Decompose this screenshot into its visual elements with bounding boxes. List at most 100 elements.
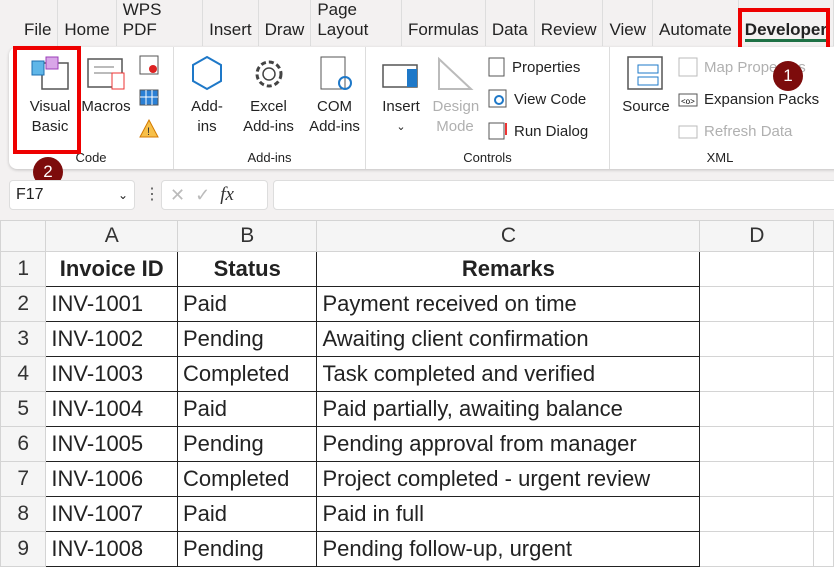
cell[interactable] — [699, 391, 815, 427]
column-header-d[interactable]: D — [699, 220, 815, 252]
tab-review[interactable]: Review — [535, 0, 604, 46]
cell[interactable]: Paid — [176, 391, 318, 427]
excel-addins-button[interactable]: Excel Add-ins — [236, 55, 301, 137]
cell[interactable]: INV-1005 — [45, 426, 178, 462]
cell[interactable] — [813, 531, 834, 567]
cell[interactable]: INV-1004 — [45, 391, 178, 427]
tab-file[interactable]: File — [18, 0, 59, 46]
cell[interactable] — [699, 356, 815, 392]
addins-button[interactable]: Add-ins — [182, 55, 232, 137]
tab-page-layout[interactable]: Page Layout — [311, 0, 402, 46]
design-mode-button[interactable]: Design Mode — [430, 55, 480, 137]
cell[interactable] — [813, 286, 834, 322]
cell[interactable]: Paid — [176, 496, 318, 532]
cell[interactable]: INV-1001 — [45, 286, 178, 322]
row-header[interactable]: 8 — [0, 496, 47, 532]
tab-draw[interactable]: Draw — [259, 0, 312, 46]
cell[interactable]: Paid — [176, 286, 318, 322]
relative-references-button[interactable] — [139, 87, 159, 107]
row-header[interactable]: 6 — [0, 426, 47, 462]
expansion-packs-button[interactable]: <o> Expansion Packs — [678, 89, 819, 109]
macro-security-button[interactable]: ! — [139, 119, 159, 139]
more-options-icon[interactable]: ⋮ — [144, 184, 160, 204]
cell[interactable]: Paid in full — [316, 496, 701, 532]
cell[interactable] — [813, 496, 834, 532]
refresh-data-label: Refresh Data — [704, 122, 793, 140]
cell[interactable] — [813, 461, 834, 497]
cell[interactable]: Project completed - urgent review — [316, 461, 701, 497]
tab-insert[interactable]: Insert — [203, 0, 259, 46]
row-header[interactable]: 4 — [0, 356, 47, 392]
insert-control-button[interactable]: Insert ⌄ — [374, 55, 428, 137]
cell[interactable] — [813, 321, 834, 357]
cell[interactable]: Status — [176, 251, 318, 287]
row-header[interactable]: 2 — [0, 286, 47, 322]
row-header[interactable]: 3 — [0, 321, 47, 357]
cell[interactable]: Paid partially, awaiting balance — [316, 391, 701, 427]
run-dialog-button[interactable]: Run Dialog — [488, 121, 588, 141]
cell[interactable] — [699, 286, 815, 322]
refresh-data-button[interactable]: Refresh Data — [678, 121, 792, 141]
tab-wps-pdf[interactable]: WPS PDF — [117, 0, 204, 46]
tab-formulas[interactable]: Formulas — [402, 0, 486, 46]
map-properties-icon — [678, 57, 698, 77]
cell[interactable] — [699, 461, 815, 497]
cell[interactable]: Completed — [176, 461, 318, 497]
run-dialog-label: Run Dialog — [514, 122, 589, 140]
table-row: 8 INV-1007 Paid Paid in full — [0, 496, 834, 532]
com-addins-button[interactable]: COM Add-ins — [302, 55, 367, 137]
row-header[interactable]: 7 — [0, 461, 47, 497]
cell[interactable] — [699, 426, 815, 462]
tab-view[interactable]: View — [603, 0, 654, 46]
cell[interactable]: INV-1008 — [45, 531, 178, 567]
cell[interactable] — [813, 426, 834, 462]
macros-button[interactable]: Macros — [81, 55, 131, 117]
view-code-icon — [488, 89, 507, 108]
cell[interactable]: Invoice ID — [45, 251, 178, 287]
select-all-corner[interactable] — [0, 220, 47, 252]
cell[interactable]: Pending follow-up, urgent — [316, 531, 701, 567]
row-header[interactable]: 5 — [0, 391, 47, 427]
cell[interactable] — [699, 251, 815, 287]
column-header-e[interactable] — [813, 220, 834, 252]
column-header-b[interactable]: B — [176, 220, 318, 252]
column-header-a[interactable]: A — [45, 220, 178, 252]
cell[interactable] — [813, 356, 834, 392]
cell[interactable]: INV-1002 — [45, 321, 178, 357]
cell[interactable]: Task completed and verified — [316, 356, 701, 392]
cell[interactable]: Pending — [176, 321, 318, 357]
tab-automate[interactable]: Automate — [653, 0, 739, 46]
cell[interactable]: Pending — [176, 426, 318, 462]
cell[interactable]: Pending approval from manager — [316, 426, 701, 462]
formula-input[interactable] — [273, 180, 834, 210]
cell[interactable]: Payment received on time — [316, 286, 701, 322]
tab-data[interactable]: Data — [486, 0, 535, 46]
cell[interactable]: INV-1007 — [45, 496, 178, 532]
enter-icon[interactable]: ✓ — [195, 185, 210, 206]
insert-function-button[interactable]: fx — [220, 184, 234, 206]
cell[interactable]: Remarks — [316, 251, 701, 287]
column-header-c[interactable]: C — [316, 220, 701, 252]
cell[interactable]: INV-1006 — [45, 461, 178, 497]
cell[interactable]: INV-1003 — [45, 356, 178, 392]
source-button[interactable]: Source — [620, 55, 672, 117]
cancel-icon[interactable]: ✕ — [170, 185, 185, 206]
properties-button[interactable]: Properties — [488, 57, 580, 77]
cell[interactable]: Pending — [176, 531, 318, 567]
name-box[interactable]: F17 ⌄ — [9, 180, 135, 210]
row-header[interactable]: 1 — [0, 251, 47, 287]
cell[interactable]: Awaiting client confirmation — [316, 321, 701, 357]
cell[interactable] — [699, 321, 815, 357]
visual-basic-button[interactable]: Visual Basic — [15, 55, 85, 137]
cell[interactable] — [813, 251, 834, 287]
tab-home[interactable]: Home — [58, 0, 117, 46]
cell[interactable]: Completed — [176, 356, 318, 392]
cell[interactable] — [699, 531, 815, 567]
macros-label: Macros — [81, 98, 131, 115]
cell[interactable] — [699, 496, 815, 532]
row-header[interactable]: 9 — [0, 531, 47, 567]
view-code-button[interactable]: View Code — [488, 89, 586, 109]
cell[interactable] — [813, 391, 834, 427]
tab-developer[interactable]: Developer — [739, 0, 834, 46]
record-macro-button[interactable] — [139, 55, 159, 75]
